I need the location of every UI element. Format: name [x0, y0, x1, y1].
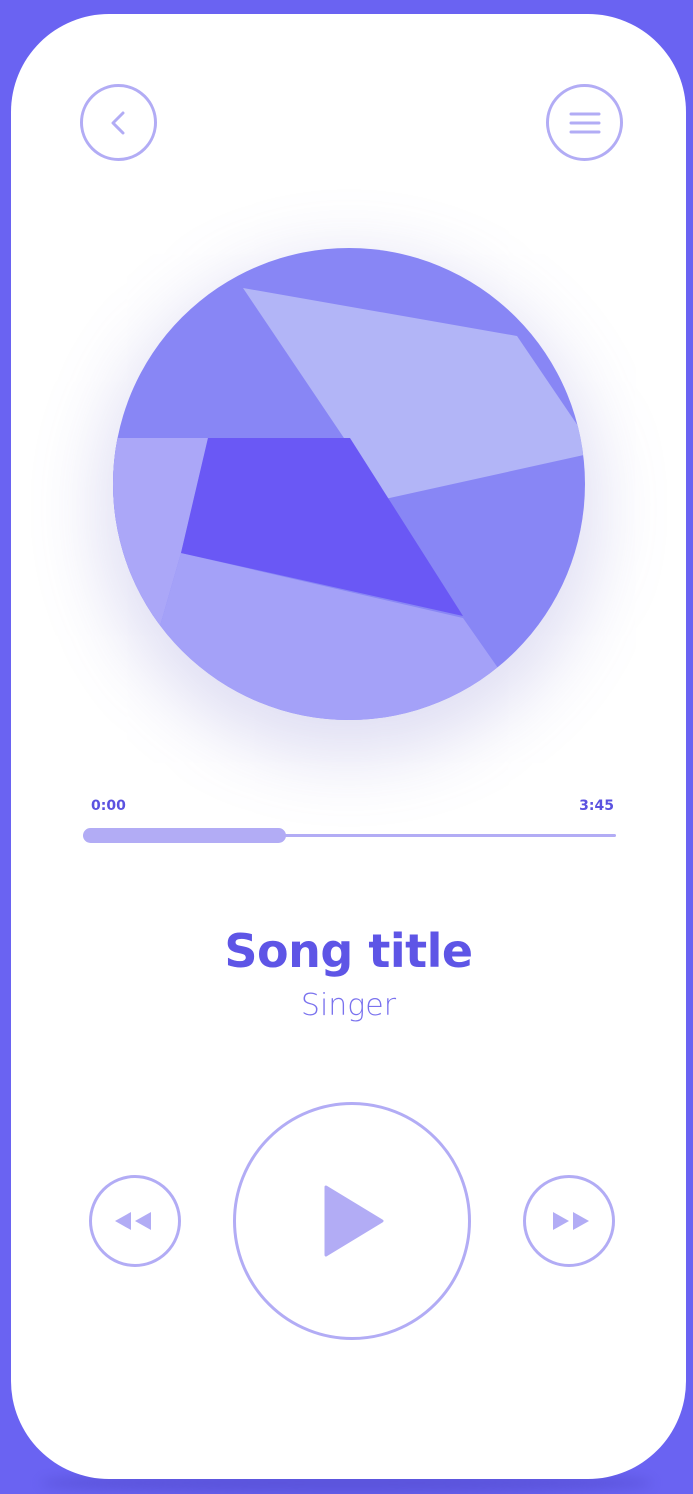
song-title: Song title	[224, 924, 473, 978]
progress-fill	[83, 828, 286, 843]
menu-button[interactable]	[546, 84, 623, 161]
singer-name: Singer	[300, 988, 397, 1023]
play-button[interactable]	[233, 1102, 471, 1340]
total-time: 3:45	[579, 798, 614, 814]
player-card: 0:00 3:45 Song title Singer	[11, 14, 686, 1479]
fast-forward-icon	[553, 1212, 589, 1230]
fast-forward-button[interactable]	[523, 1175, 615, 1267]
rewind-button[interactable]	[89, 1175, 181, 1267]
play-icon	[324, 1185, 384, 1257]
back-button[interactable]	[80, 84, 157, 161]
elapsed-time: 0:00	[91, 798, 126, 814]
rewind-icon	[115, 1212, 151, 1230]
progress-bar[interactable]	[83, 828, 616, 843]
album-art	[113, 248, 585, 720]
hamburger-menu-icon	[569, 112, 600, 133]
chevron-left-icon	[111, 111, 124, 134]
